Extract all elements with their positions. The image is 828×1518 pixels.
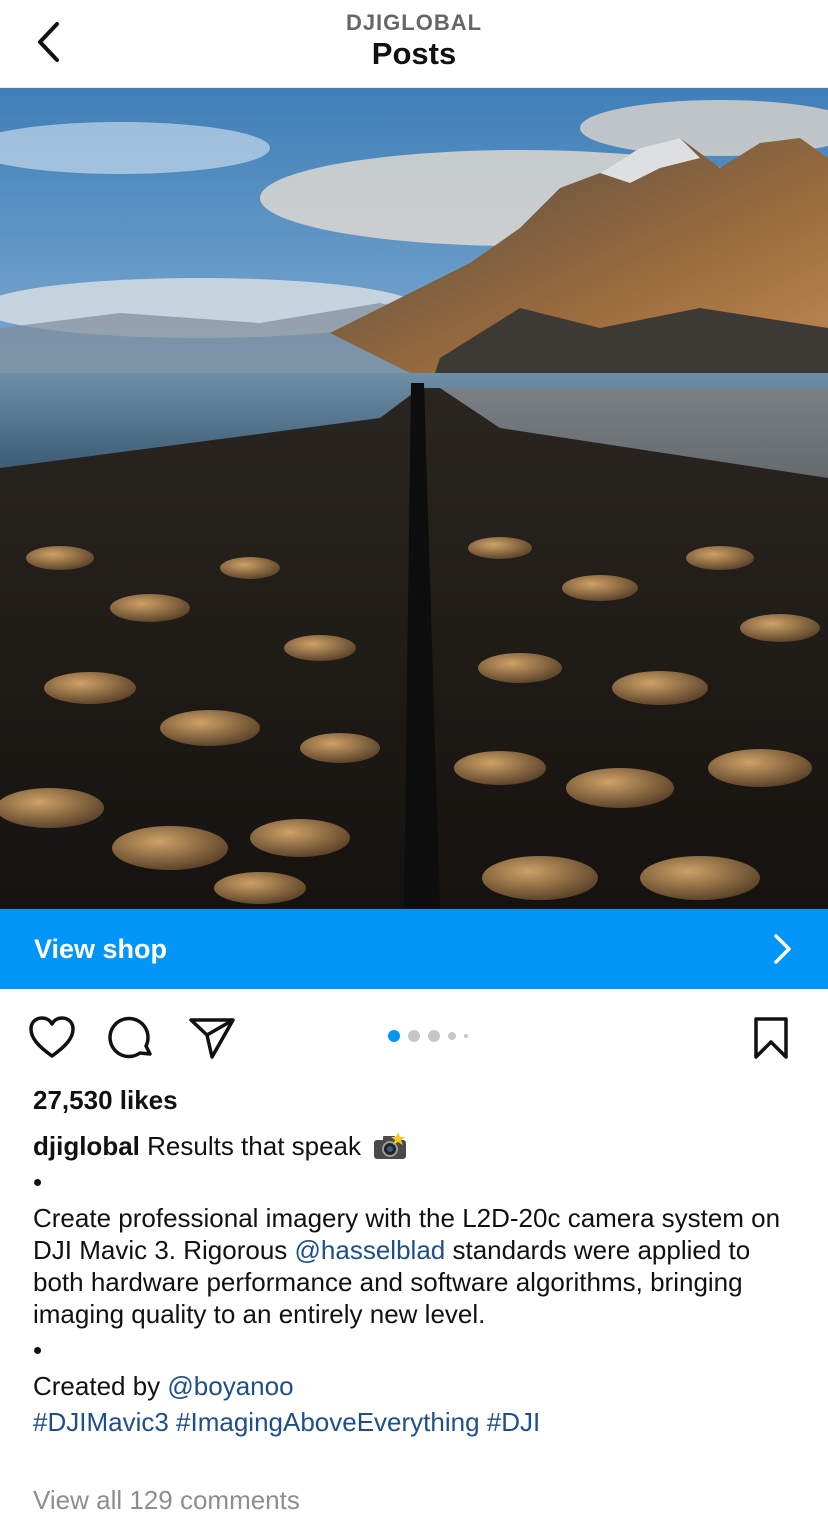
- chevron-right-icon: [774, 934, 791, 964]
- paper-plane-icon: [189, 1018, 235, 1059]
- view-comments-link[interactable]: View all 129 comments: [33, 1485, 300, 1516]
- carousel-dot: [408, 1030, 420, 1042]
- view-shop-label: View shop: [34, 933, 168, 964]
- carousel-dot: [388, 1030, 400, 1042]
- share-button[interactable]: [187, 1014, 237, 1062]
- comment-button[interactable]: [107, 1014, 157, 1062]
- like-button[interactable]: [27, 1014, 77, 1062]
- save-button[interactable]: [746, 1014, 796, 1062]
- post-caption: djiglobal Results that speak • Create pr…: [33, 1130, 803, 1438]
- caption-username[interactable]: djiglobal: [33, 1131, 140, 1161]
- post-image[interactable]: [0, 88, 828, 909]
- caption-bullet: •: [33, 1167, 43, 1197]
- account-name: DJIGLOBAL: [345, 10, 483, 35]
- carousel-dot: [464, 1034, 468, 1038]
- credit-user-link[interactable]: @boyanoo: [167, 1371, 293, 1401]
- credit-prefix: Created by: [33, 1371, 168, 1401]
- page-title: Posts: [371, 36, 457, 71]
- comment-bubble-icon: [108, 1016, 152, 1059]
- top-nav-bar: DJIGLOBAL Posts: [0, 0, 828, 88]
- hashtags[interactable]: #DJIMavic3 #ImagingAboveEverything #DJI: [33, 1406, 803, 1438]
- likes-count[interactable]: 27,530 likes: [33, 1085, 178, 1116]
- camera-flash-emoji: [374, 1132, 407, 1159]
- carousel-dot: [448, 1032, 456, 1040]
- carousel-dot: [428, 1030, 440, 1042]
- view-shop-button[interactable]: View shop: [0, 909, 828, 989]
- bookmark-icon: [754, 1017, 788, 1059]
- mention-link[interactable]: @hasselblad: [295, 1235, 446, 1265]
- caption-bullet: •: [33, 1335, 43, 1365]
- heart-icon: [29, 1016, 75, 1058]
- caption-headline: Results that speak: [147, 1131, 362, 1161]
- carousel-indicator: [388, 1030, 468, 1042]
